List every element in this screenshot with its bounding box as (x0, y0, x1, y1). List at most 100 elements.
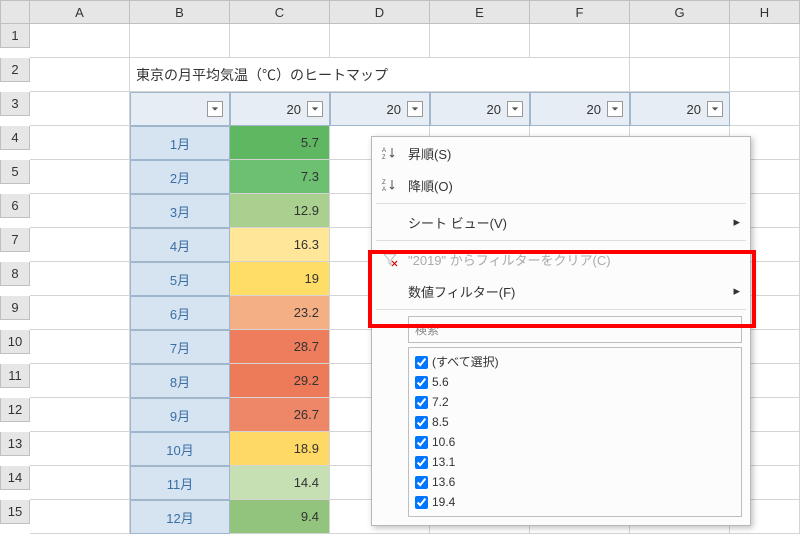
filter-check-item[interactable]: 13.6 (415, 472, 735, 492)
value-cell[interactable]: 16.3 (230, 228, 330, 262)
cell[interactable] (30, 364, 130, 398)
cell[interactable] (30, 92, 130, 126)
cell[interactable] (630, 24, 730, 58)
filter-header[interactable]: 20 (430, 92, 530, 126)
filter-dropdown-button[interactable] (307, 101, 323, 117)
row-header[interactable]: 7 (0, 228, 30, 252)
value-cell[interactable]: 23.2 (230, 296, 330, 330)
filter-header-blank[interactable] (130, 92, 230, 126)
month-cell[interactable]: 7月 (130, 330, 230, 364)
filter-check-item[interactable]: (すべて選択) (415, 352, 735, 372)
month-cell[interactable]: 2月 (130, 160, 230, 194)
month-cell[interactable]: 4月 (130, 228, 230, 262)
filter-check-item[interactable]: 10.6 (415, 432, 735, 452)
row-header[interactable]: 8 (0, 262, 30, 286)
filter-check-item[interactable]: 13.1 (415, 452, 735, 472)
row-header[interactable]: 11 (0, 364, 30, 388)
month-cell[interactable]: 5月 (130, 262, 230, 296)
month-cell[interactable]: 11月 (130, 466, 230, 500)
checkbox[interactable] (415, 376, 428, 389)
row-header[interactable]: 14 (0, 466, 30, 490)
col-header[interactable]: C (230, 0, 330, 24)
row-header[interactable]: 1 (0, 24, 30, 48)
cell[interactable] (30, 500, 130, 534)
cell[interactable] (730, 92, 800, 126)
checkbox[interactable] (415, 356, 428, 369)
value-cell[interactable]: 18.9 (230, 432, 330, 466)
col-header[interactable]: D (330, 0, 430, 24)
col-header[interactable]: G (630, 0, 730, 24)
filter-header[interactable]: 20 (230, 92, 330, 126)
row-header[interactable]: 12 (0, 398, 30, 422)
month-cell[interactable]: 12月 (130, 500, 230, 534)
cell[interactable] (30, 330, 130, 364)
filter-check-item[interactable]: 5.6 (415, 372, 735, 392)
row-header[interactable]: 15 (0, 500, 30, 524)
filter-header[interactable]: 20 (530, 92, 630, 126)
cell[interactable] (430, 24, 530, 58)
cell[interactable] (30, 262, 130, 296)
row-header[interactable]: 3 (0, 92, 30, 116)
checkbox[interactable] (415, 496, 428, 509)
cell[interactable] (30, 24, 130, 58)
cell[interactable] (30, 58, 130, 92)
cell[interactable] (30, 466, 130, 500)
value-cell[interactable]: 12.9 (230, 194, 330, 228)
filter-search-input[interactable]: 検索 (408, 316, 742, 343)
sort-ascending-item[interactable]: AZ 昇順(S) (372, 137, 750, 169)
col-header[interactable]: F (530, 0, 630, 24)
row-header[interactable]: 10 (0, 330, 30, 354)
cell[interactable] (30, 194, 130, 228)
cell[interactable] (30, 432, 130, 466)
chart-title[interactable]: 東京の月平均気温（℃）のヒートマップ (130, 58, 530, 92)
value-cell[interactable]: 5.7 (230, 126, 330, 160)
cell[interactable] (30, 160, 130, 194)
row-header[interactable]: 6 (0, 194, 30, 218)
filter-check-item[interactable]: 19.4 (415, 492, 735, 512)
checkbox[interactable] (415, 436, 428, 449)
checkbox[interactable] (415, 456, 428, 469)
month-cell[interactable]: 1月 (130, 126, 230, 160)
cell[interactable] (30, 296, 130, 330)
filter-dropdown-button[interactable] (607, 101, 623, 117)
month-cell[interactable]: 6月 (130, 296, 230, 330)
filter-dropdown-button[interactable] (507, 101, 523, 117)
sheet-view-item[interactable]: シート ビュー(V) ▸ (372, 206, 750, 238)
month-cell[interactable]: 8月 (130, 364, 230, 398)
cell[interactable] (30, 126, 130, 160)
filter-header[interactable]: 20 (630, 92, 730, 126)
checkbox[interactable] (415, 396, 428, 409)
value-cell[interactable]: 26.7 (230, 398, 330, 432)
cell[interactable] (330, 24, 430, 58)
cell[interactable] (130, 24, 230, 58)
value-cell[interactable]: 29.2 (230, 364, 330, 398)
value-cell[interactable]: 14.4 (230, 466, 330, 500)
cell[interactable] (630, 58, 730, 92)
month-cell[interactable]: 9月 (130, 398, 230, 432)
filter-check-item[interactable]: 8.5 (415, 412, 735, 432)
cell[interactable] (230, 24, 330, 58)
cell[interactable] (530, 24, 630, 58)
col-header[interactable]: A (30, 0, 130, 24)
col-header[interactable]: H (730, 0, 800, 24)
value-cell[interactable]: 19 (230, 262, 330, 296)
value-cell[interactable]: 28.7 (230, 330, 330, 364)
col-header[interactable]: B (130, 0, 230, 24)
checkbox[interactable] (415, 416, 428, 429)
cell[interactable] (30, 228, 130, 262)
row-header[interactable]: 2 (0, 58, 30, 82)
col-header[interactable]: E (430, 0, 530, 24)
filter-dropdown-button[interactable] (407, 101, 423, 117)
row-header[interactable]: 13 (0, 432, 30, 456)
cell[interactable] (730, 24, 800, 58)
row-header[interactable]: 9 (0, 296, 30, 320)
filter-header[interactable]: 20 (330, 92, 430, 126)
row-header[interactable]: 4 (0, 126, 30, 150)
number-filter-item[interactable]: 数値フィルター(F) ▸ (372, 275, 750, 307)
value-cell[interactable]: 7.3 (230, 160, 330, 194)
checkbox[interactable] (415, 476, 428, 489)
value-cell[interactable]: 9.4 (230, 500, 330, 534)
row-header[interactable]: 5 (0, 160, 30, 184)
month-cell[interactable]: 10月 (130, 432, 230, 466)
filter-check-item[interactable]: 7.2 (415, 392, 735, 412)
